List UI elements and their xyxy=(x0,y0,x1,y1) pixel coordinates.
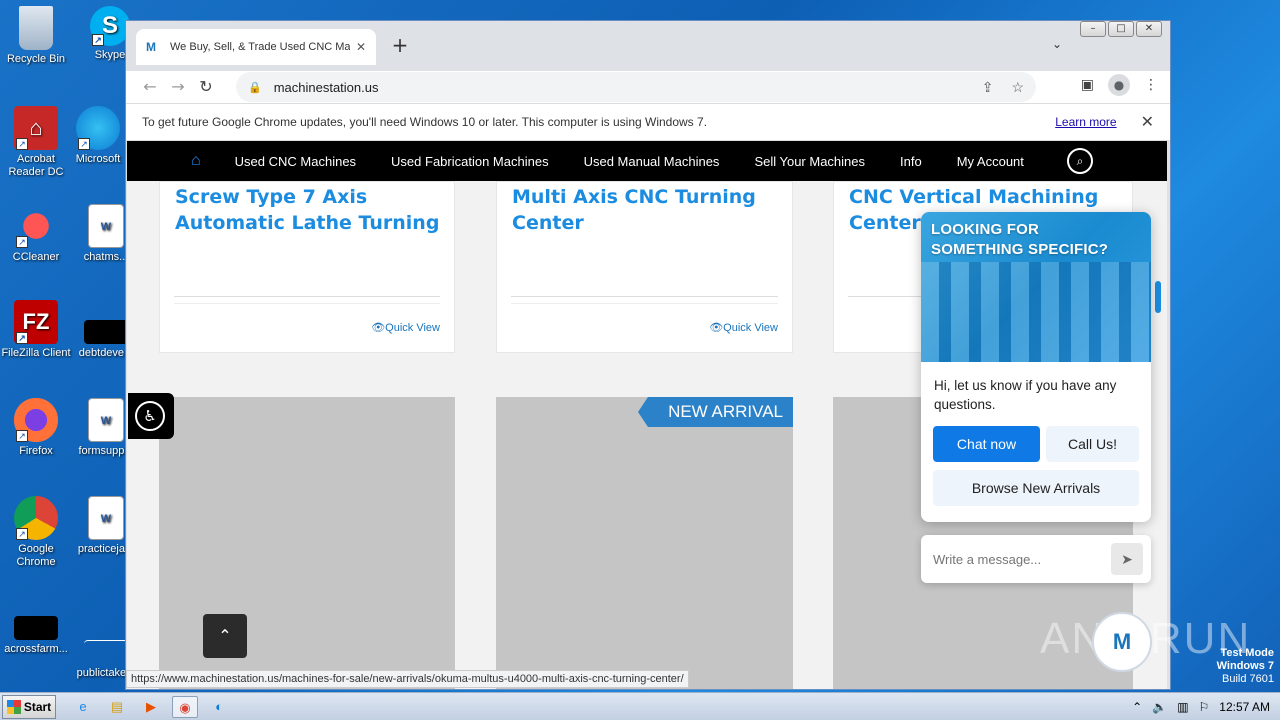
tab-search-dropdown-icon[interactable]: ⌄ xyxy=(1052,37,1062,51)
chrome-taskbar-icon[interactable]: ◉ xyxy=(172,695,198,718)
home-icon[interactable]: ⌂ xyxy=(191,152,201,170)
product-title[interactable]: Multi Axis CNC Turning Center xyxy=(512,184,782,236)
eye-icon: 👁 xyxy=(371,322,386,334)
chat-input-box: ➤ xyxy=(921,535,1151,583)
site-nav: ⌂ Used CNC Machines Used Fabrication Mac… xyxy=(127,141,1167,181)
media-player-icon[interactable]: ▶ xyxy=(138,696,164,718)
nav-used-fabrication[interactable]: Used Fabrication Machines xyxy=(391,154,549,169)
scrollbar-thumb[interactable] xyxy=(1155,281,1161,313)
microsoft-edge-icon[interactable]: ↗ Microsoft xyxy=(62,106,134,166)
eye-icon: 👁 xyxy=(709,322,724,334)
product-image-placeholder[interactable]: NEW ARRIVAL xyxy=(496,397,793,689)
file-explorer-icon[interactable]: ▤ xyxy=(104,696,130,718)
close-tab-icon[interactable]: ✕ xyxy=(356,40,366,54)
firefox-icon[interactable]: ↗ Firefox xyxy=(0,398,72,458)
lock-icon[interactable]: 🔒 xyxy=(248,81,262,94)
action-center-flag-icon[interactable]: ⚐ xyxy=(1199,700,1210,714)
maximize-button[interactable]: □ xyxy=(1108,21,1134,37)
reload-button[interactable]: ↻ xyxy=(192,73,220,101)
internet-explorer-icon[interactable]: e xyxy=(70,696,96,718)
call-us-button[interactable]: Call Us! xyxy=(1046,426,1139,462)
chat-headline: LOOKING FOR SOMETHING SPECIFIC? xyxy=(931,221,1109,258)
ccleaner-icon[interactable]: ↗ CCleaner xyxy=(0,204,72,264)
profile-avatar-icon[interactable]: ● xyxy=(1108,74,1130,96)
chat-now-button[interactable]: Chat now xyxy=(933,426,1040,462)
chat-launcher-logo[interactable]: M xyxy=(1092,612,1152,672)
quick-view-link[interactable]: 👁Quick View xyxy=(709,321,778,334)
start-button[interactable]: Start xyxy=(2,694,56,719)
accessibility-icon: ♿ xyxy=(135,401,165,431)
side-panel-icon[interactable]: ▣ xyxy=(1081,77,1094,93)
infobar-text: To get future Google Chrome updates, you… xyxy=(142,115,708,129)
forward-button[interactable]: → xyxy=(164,73,192,101)
google-chrome-icon[interactable]: ↗ Google Chrome xyxy=(0,496,72,569)
chat-banner: LOOKING FOR SOMETHING SPECIFIC? xyxy=(921,212,1151,362)
accessibility-button[interactable]: ♿ xyxy=(128,393,174,439)
browser-toolbar: ← → ↻ 🔒 machinestation.us ⇪ ☆ ▣ ● ⋮ xyxy=(126,71,1170,103)
learn-more-link[interactable]: Learn more xyxy=(1055,115,1116,129)
nav-my-account[interactable]: My Account xyxy=(957,154,1024,169)
chat-message: Hi, let us know if you have any question… xyxy=(934,378,1117,412)
recycle-bin-icon[interactable]: Recycle Bin xyxy=(0,6,72,66)
url-text: machinestation.us xyxy=(273,79,379,95)
network-icon[interactable]: ▥ xyxy=(1177,700,1188,714)
scroll-to-top-button[interactable]: ⌃ xyxy=(203,614,247,658)
tab-machinestation[interactable]: M We Buy, Sell, & Trade Used CNC Ma ✕ xyxy=(136,29,376,65)
product-card: Multi Axis CNC Turning Center 👁Quick Vie… xyxy=(496,181,793,353)
product-card: Screw Type 7 Axis Automatic Lathe Turnin… xyxy=(159,181,455,353)
product-title[interactable]: Screw Type 7 Axis Automatic Lathe Turnin… xyxy=(175,184,445,236)
close-window-button[interactable]: ✕ xyxy=(1136,21,1162,37)
tab-title: We Buy, Sell, & Trade Used CNC Ma xyxy=(170,41,350,53)
system-tray: ⌃ 🔈 ▥ ⚐ 12:57 AM xyxy=(1132,700,1270,714)
new-tab-button[interactable]: + xyxy=(388,33,412,57)
minimize-button[interactable]: – xyxy=(1080,21,1106,37)
nav-used-manual[interactable]: Used Manual Machines xyxy=(584,154,720,169)
address-bar[interactable]: 🔒 machinestation.us ⇪ ☆ xyxy=(236,72,1036,102)
chat-widget: LOOKING FOR SOMETHING SPECIFIC? Hi, let … xyxy=(921,212,1151,522)
tray-expand-icon[interactable]: ⌃ xyxy=(1132,700,1142,714)
nav-used-cnc[interactable]: Used CNC Machines xyxy=(235,154,356,169)
taskbar: Start e ▤ ▶ ◉ ◐ ⌃ 🔈 ▥ ⚐ 12:57 AM xyxy=(0,692,1280,720)
windows-flag-icon xyxy=(6,699,21,714)
black-file-icon-2[interactable]: acrossfarm... xyxy=(0,600,72,656)
filezilla-icon[interactable]: FZ ↗ FileZilla Client xyxy=(0,300,72,360)
browse-new-arrivals-button[interactable]: Browse New Arrivals xyxy=(933,470,1139,506)
status-bar-url: https://www.machinestation.us/machines-f… xyxy=(126,670,689,688)
machinestation-favicon: M xyxy=(146,40,156,54)
send-icon[interactable]: ➤ xyxy=(1111,543,1143,575)
volume-icon[interactable]: 🔈 xyxy=(1152,700,1167,714)
edge-taskbar-icon[interactable]: ◐ xyxy=(206,696,232,718)
site-search-icon[interactable]: ⌕ xyxy=(1067,148,1093,174)
quick-view-link[interactable]: 👁Quick View xyxy=(371,321,440,334)
test-mode-label: Test Mode Windows 7 Build 7601 xyxy=(1216,647,1274,685)
bookmark-star-icon[interactable]: ☆ xyxy=(1011,79,1024,96)
new-arrival-ribbon: NEW ARRIVAL xyxy=(638,397,793,427)
nav-sell-machines[interactable]: Sell Your Machines xyxy=(754,154,865,169)
window-controls: – □ ✕ xyxy=(1080,21,1162,37)
chat-message-input[interactable] xyxy=(933,551,1111,567)
chrome-menu-icon[interactable]: ⋮ xyxy=(1144,77,1158,93)
nav-info[interactable]: Info xyxy=(900,154,922,169)
back-button[interactable]: ← xyxy=(136,73,164,101)
clock[interactable]: 12:57 AM xyxy=(1219,700,1270,714)
update-infobar: To get future Google Chrome updates, you… xyxy=(126,103,1170,141)
tab-bar: M We Buy, Sell, & Trade Used CNC Ma ✕ + … xyxy=(126,21,1170,71)
share-icon[interactable]: ⇪ xyxy=(982,79,994,96)
infobar-close-icon[interactable]: ✕ xyxy=(1141,112,1154,132)
